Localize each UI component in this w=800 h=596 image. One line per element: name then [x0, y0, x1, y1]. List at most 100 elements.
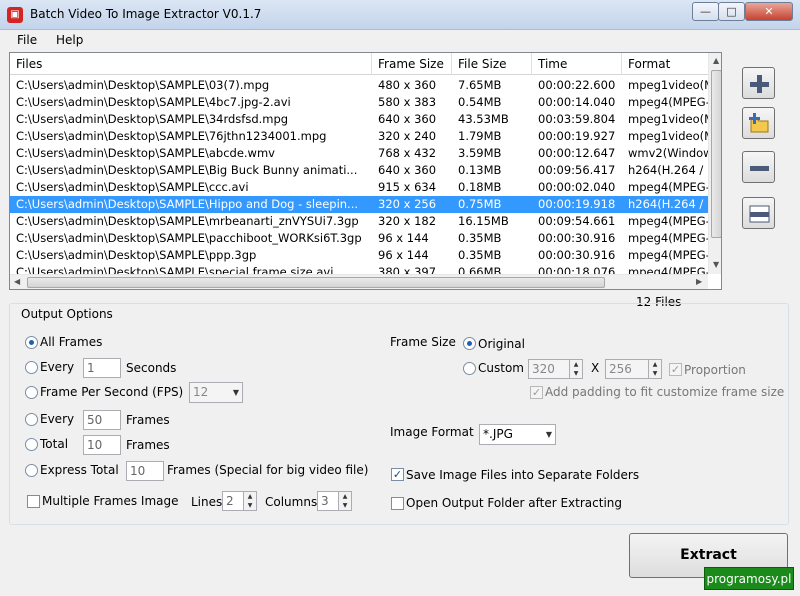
table-row[interactable]: C:\Users\admin\Desktop\SAMPLE\pacchiboot… [10, 230, 708, 247]
frame-size-cell: 768 x 432 [378, 146, 437, 160]
file-size-cell: 0.35MB [458, 248, 502, 262]
scroll-down-icon[interactable]: ▼ [713, 260, 719, 269]
padding-label: Add padding to fit customize frame size [545, 385, 785, 399]
vertical-scrollbar[interactable]: ▲ ▼ [708, 53, 721, 274]
table-row[interactable]: C:\Users\admin\Desktop\SAMPLE\76jthn1234… [10, 128, 708, 145]
proportion-label: Proportion [684, 363, 746, 377]
original-size-radio[interactable] [463, 337, 476, 350]
size-x-label: X [591, 361, 600, 375]
file-size-cell: 1.79MB [458, 129, 502, 143]
image-format-select[interactable]: *.JPG ▼ [479, 424, 556, 445]
scroll-right-icon[interactable]: ▶ [696, 277, 702, 286]
time-cell: 00:00:19.918 [538, 197, 616, 211]
file-size-cell: 0.75MB [458, 197, 502, 211]
format-cell: mpeg4(MPEG- [628, 180, 708, 194]
watermark: programosy.pl [704, 567, 794, 590]
clear-list-button[interactable] [742, 197, 775, 229]
time-cell: 00:00:12.647 [538, 146, 616, 160]
separate-folders-checkbox[interactable]: ✓ [391, 468, 404, 481]
all-frames-radio[interactable] [25, 336, 38, 349]
scroll-up-icon[interactable]: ▲ [713, 56, 719, 65]
chevron-down-icon: ▼ [232, 388, 239, 397]
table-row[interactable]: C:\Users\admin\Desktop\SAMPLE\34rdsfsd.m… [10, 111, 708, 128]
minimize-button[interactable]: — [692, 2, 719, 21]
table-row[interactable]: C:\Users\admin\Desktop\SAMPLE\ppp.3gp 96 … [10, 247, 708, 264]
file-size-cell: 0.18MB [458, 180, 502, 194]
total-frames-label: Frames [126, 438, 170, 452]
fps-select[interactable]: 12 ▼ [189, 382, 243, 403]
padding-checkbox[interactable]: ✓ [530, 386, 543, 399]
width-spinner[interactable]: ▲ ▼ [569, 359, 583, 379]
custom-size-label: Custom [478, 361, 524, 375]
menu-help[interactable]: Help [56, 33, 83, 47]
horizontal-scroll-thumb[interactable] [27, 277, 605, 288]
table-row[interactable]: C:\Users\admin\Desktop\SAMPLE\mrbeanarti… [10, 213, 708, 230]
file-size-cell: 0.13MB [458, 163, 502, 177]
file-path-cell: C:\Users\admin\Desktop\SAMPLE\abcde.wmv [16, 146, 275, 160]
custom-height-input[interactable]: 256 [605, 359, 649, 379]
table-row[interactable]: C:\Users\admin\Desktop\SAMPLE\03(7).mpg 4… [10, 77, 708, 94]
open-output-checkbox[interactable] [391, 497, 404, 510]
frames-label: Frames [126, 413, 170, 427]
vertical-scroll-thumb[interactable] [711, 70, 721, 238]
every-seconds-input[interactable]: 1 [83, 358, 121, 378]
scroll-left-icon[interactable]: ◀ [14, 277, 20, 286]
table-row[interactable]: C:\Users\admin\Desktop\SAMPLE\Big Buck B… [10, 162, 708, 179]
column-header-file-size[interactable]: File Size [452, 53, 532, 75]
table-row[interactable]: C:\Users\admin\Desktop\SAMPLE\4bc7.jpg-2… [10, 94, 708, 111]
frame-size-cell: 320 x 182 [378, 214, 437, 228]
horizontal-scrollbar[interactable]: ◀ ▶ [10, 274, 708, 289]
menu-file[interactable]: File [17, 33, 37, 47]
file-list[interactable]: Files Frame Size File Size Time Format C… [9, 52, 722, 290]
image-format-value: *.JPG [483, 427, 513, 441]
proportion-checkbox[interactable]: ✓ [669, 363, 682, 376]
column-header-time[interactable]: Time [532, 53, 622, 75]
custom-width-input[interactable]: 320 [528, 359, 570, 379]
every-frames-radio[interactable] [25, 413, 38, 426]
total-radio[interactable] [25, 438, 38, 451]
lines-input[interactable]: 2 [222, 491, 244, 511]
remove-button[interactable] [742, 151, 775, 183]
fps-radio[interactable] [25, 386, 38, 399]
time-cell: 00:03:59.804 [538, 112, 616, 126]
format-cell: h264(H.264 / . [628, 197, 708, 211]
column-header-frame-size[interactable]: Frame Size [372, 53, 452, 75]
chevron-down-icon: ▼ [545, 430, 552, 439]
file-path-cell: C:\Users\admin\Desktop\SAMPLE\Hippo and … [16, 197, 359, 211]
total-label: Total [40, 437, 69, 451]
add-folder-button[interactable] [742, 107, 775, 139]
columns-input[interactable]: 3 [317, 491, 339, 511]
format-cell: mpeg1video(M [628, 78, 708, 92]
express-total-input[interactable]: 10 [126, 461, 164, 481]
clear-icon [749, 205, 770, 223]
add-files-button[interactable] [742, 67, 775, 99]
every-frames-input[interactable]: 50 [83, 410, 121, 430]
custom-size-radio[interactable] [463, 362, 476, 375]
column-header-format[interactable]: Format [622, 53, 708, 75]
lines-label: Lines [191, 495, 223, 509]
frame-size-cell: 480 x 360 [378, 78, 437, 92]
close-button[interactable]: ✕ [745, 2, 793, 21]
express-total-radio[interactable] [25, 464, 38, 477]
total-input[interactable]: 10 [83, 435, 121, 455]
multiple-frames-label: Multiple Frames Image [42, 494, 179, 508]
table-row[interactable]: C:\Users\admin\Desktop\SAMPLE\Hippo and … [10, 196, 708, 213]
height-spinner[interactable]: ▲ ▼ [648, 359, 662, 379]
image-format-label: Image Format [390, 425, 474, 439]
maximize-button[interactable]: □ [718, 2, 745, 21]
file-size-cell: 3.59MB [458, 146, 502, 160]
every-seconds-radio[interactable] [25, 361, 38, 374]
time-cell: 00:09:54.661 [538, 214, 616, 228]
table-row[interactable]: C:\Users\admin\Desktop\SAMPLE\abcde.wmv 7… [10, 145, 708, 162]
frame-size-label: Frame Size [390, 335, 456, 349]
column-header-files[interactable]: Files [10, 53, 372, 75]
file-size-cell: 0.54MB [458, 95, 502, 109]
time-cell: 00:00:22.600 [538, 78, 616, 92]
columns-spinner[interactable]: ▲ ▼ [338, 491, 352, 511]
file-size-cell: 43.53MB [458, 112, 509, 126]
table-row[interactable]: C:\Users\admin\Desktop\SAMPLE\ccc.avi 915… [10, 179, 708, 196]
multiple-frames-checkbox[interactable] [27, 495, 40, 508]
fps-value: 12 [193, 385, 209, 399]
lines-spinner[interactable]: ▲ ▼ [243, 491, 257, 511]
output-options-title: Output Options [18, 307, 116, 321]
